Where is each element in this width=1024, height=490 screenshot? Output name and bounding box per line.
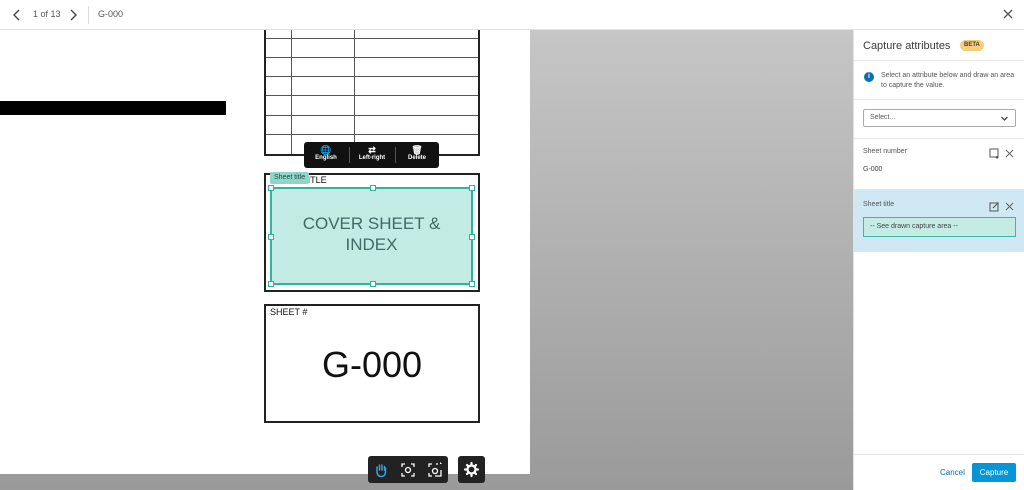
fit-view-button[interactable] [399, 461, 417, 479]
drawing-viewer[interactable]: SHEET TITLE SHEET # G-000 COVER SHEET & … [0, 30, 853, 490]
previous-sheet-button[interactable] [9, 7, 25, 23]
resize-handle[interactable] [268, 234, 274, 240]
table-line [291, 30, 292, 154]
table-line [266, 115, 478, 116]
resize-handle[interactable] [268, 185, 274, 191]
resize-handle[interactable] [469, 185, 475, 191]
capture-area[interactable]: COVER SHEET & INDEX [268, 185, 475, 287]
table-line [266, 134, 478, 135]
divider [854, 454, 1024, 455]
resize-handle[interactable] [469, 234, 475, 240]
sheet-title-capture-field[interactable]: -- See drawn capture area -- [863, 217, 1016, 237]
delete-capture-button[interactable]: 🗑 Delete [395, 145, 439, 161]
sheet-number-block: SHEET # G-000 [264, 304, 480, 423]
divider [854, 60, 1024, 61]
table-line [354, 30, 355, 154]
viewer-toolbar [368, 456, 448, 483]
hand-icon [376, 464, 387, 478]
sheet-number-attr-label: Sheet number [863, 148, 907, 155]
divider [88, 6, 89, 24]
chevron-right-icon [70, 9, 77, 21]
resize-handle[interactable] [370, 281, 376, 287]
chevron-down-icon [1001, 116, 1008, 121]
table-line [266, 38, 478, 39]
remove-sheet-title-button[interactable] [1004, 199, 1015, 211]
sheet-counter: 1 of 13 [33, 9, 61, 19]
capture-attributes-panel: Capture attributes BETA i Select an attr… [853, 30, 1024, 490]
globe-icon: 🌐 [320, 145, 332, 155]
sheet-title-attr-label: Sheet title [863, 201, 895, 208]
beta-badge: BETA [960, 40, 984, 51]
captured-title-text: COVER SHEET & INDEX [272, 213, 471, 255]
gear-icon [463, 461, 480, 478]
language-label: English [315, 155, 337, 161]
remove-sheet-number-button[interactable] [1004, 146, 1015, 158]
sheet-name: G-000 [98, 9, 124, 19]
edit-icon [989, 202, 999, 212]
resize-handle[interactable] [370, 185, 376, 191]
table-line [266, 57, 478, 58]
direction-label: Left-right [358, 155, 386, 161]
capture-area-tool-button[interactable] [426, 461, 444, 479]
resize-handle[interactable] [268, 281, 274, 287]
draw-area-icon [989, 148, 999, 159]
chevron-left-icon [13, 9, 20, 21]
sheet-number-label: SHEET # [270, 307, 308, 317]
trash-icon: 🗑 [411, 145, 423, 155]
capture-area-tag: Sheet title [270, 172, 310, 184]
delete-label: Delete [407, 155, 426, 161]
cancel-button[interactable]: Cancel [940, 468, 965, 477]
info-text: Select an attribute below and draw an ar… [881, 72, 1015, 89]
divider [854, 99, 1024, 100]
next-sheet-button[interactable] [65, 7, 81, 23]
top-bar: 1 of 13 G-000 [0, 0, 1024, 30]
attribute-select[interactable]: Select... [863, 109, 1016, 127]
panel-title: Capture attributes [863, 40, 951, 52]
settings-button[interactable] [458, 456, 485, 483]
captured-title-value: COVER SHEET & INDEX [302, 214, 441, 254]
drawing-index-table [264, 30, 480, 156]
sheet-number-text: G-000 [321, 344, 423, 385]
swap-arrows-icon: ⇄ [368, 145, 376, 155]
close-icon [1005, 202, 1014, 211]
pan-tool-button[interactable] [372, 461, 390, 479]
capture-options-popup: 🌐 English ⇄ Left-right 🗑 Delete [304, 142, 439, 168]
table-line [266, 95, 478, 96]
focus-frame-icon [401, 463, 415, 477]
close-viewer-button[interactable] [1001, 7, 1015, 21]
info-icon: i [864, 72, 874, 82]
edit-area-button[interactable] [989, 199, 1000, 212]
draw-area-button[interactable] [989, 146, 1000, 159]
table-line [266, 76, 478, 77]
resize-handle[interactable] [469, 281, 475, 287]
divider [854, 138, 1024, 139]
capture-button[interactable]: Capture [972, 463, 1016, 482]
drawing-bar [0, 101, 226, 115]
select-placeholder: Select... [870, 114, 896, 121]
close-icon [1005, 149, 1014, 158]
capture-region-icon [428, 462, 442, 477]
sheet-number-attr-value: G-000 [863, 166, 883, 173]
text-direction-button[interactable]: ⇄ Left-right [350, 145, 394, 161]
close-icon [1003, 9, 1013, 19]
language-button[interactable]: 🌐 English [304, 145, 348, 161]
